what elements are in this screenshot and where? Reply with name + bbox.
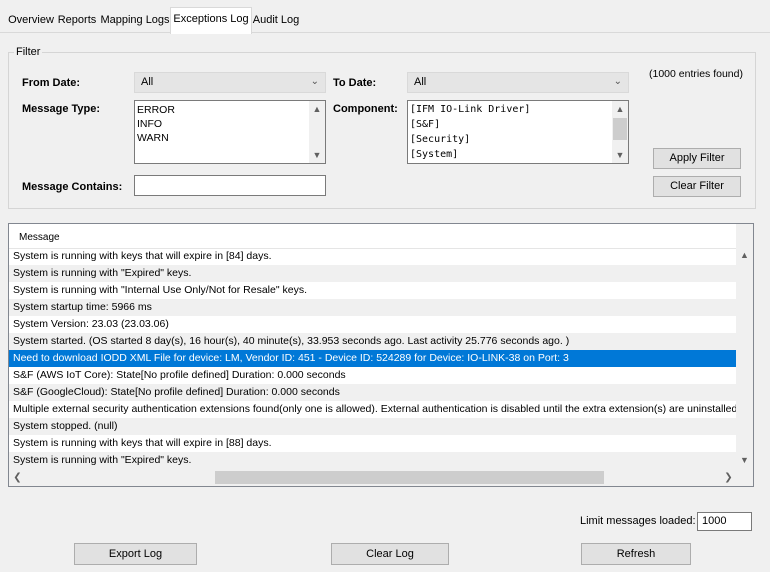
chevron-down-icon: ⌄ bbox=[310, 76, 319, 87]
list-item[interactable]: INFO bbox=[137, 117, 162, 131]
from-date-label: From Date: bbox=[22, 77, 81, 89]
arrow-up-icon[interactable]: ▲ bbox=[612, 101, 628, 117]
component-scrollbar[interactable]: ▲ ▼ bbox=[612, 101, 628, 163]
arrow-right-icon[interactable]: ❯ bbox=[720, 469, 737, 486]
table-row[interactable]: S&F (GoogleCloud): State[No profile defi… bbox=[9, 384, 737, 401]
table-row-selected[interactable]: Need to download IODD XML File for devic… bbox=[9, 350, 737, 367]
tab-mapping-logs[interactable]: Mapping Logs bbox=[100, 10, 170, 32]
table-row[interactable]: System is running with "Internal Use Onl… bbox=[9, 282, 737, 299]
arrow-up-icon[interactable]: ▲ bbox=[309, 101, 325, 117]
filter-legend: Filter bbox=[14, 46, 43, 58]
table-row[interactable]: System Version: 23.03 (23.03.06) bbox=[9, 316, 737, 333]
scroll-thumb[interactable] bbox=[613, 118, 627, 140]
from-date-select[interactable]: All ⌄ bbox=[134, 72, 326, 93]
table-row[interactable]: System startup time: 5966 ms bbox=[9, 299, 737, 316]
tab-overview[interactable]: Overview bbox=[6, 10, 56, 32]
list-item[interactable]: [IFM IO-Link Driver] bbox=[410, 103, 530, 117]
table-row[interactable]: System is running with keys that will ex… bbox=[9, 248, 737, 265]
list-item[interactable]: [S&F] bbox=[410, 118, 440, 132]
message-horizontal-scrollbar[interactable]: ❮ ❯ bbox=[9, 469, 737, 486]
tab-audit-log[interactable]: Audit Log bbox=[250, 10, 302, 32]
from-date-value: All bbox=[141, 76, 154, 88]
entries-found: (1000 entries found) bbox=[649, 68, 743, 80]
to-date-label: To Date: bbox=[333, 77, 377, 89]
table-row[interactable]: System started. (OS started 8 day(s), 16… bbox=[9, 333, 737, 350]
apply-filter-button[interactable]: Apply Filter bbox=[653, 148, 741, 169]
table-row[interactable]: System stopped. (null) bbox=[9, 418, 737, 435]
to-date-value: All bbox=[414, 76, 427, 88]
list-item[interactable]: ERROR bbox=[137, 103, 175, 117]
scroll-thumb[interactable] bbox=[215, 471, 604, 484]
arrow-down-icon[interactable]: ▼ bbox=[612, 147, 628, 163]
message-vertical-scrollbar[interactable]: ▲ ▼ bbox=[736, 224, 753, 469]
limit-messages-label: Limit messages loaded: bbox=[580, 515, 696, 527]
arrow-left-icon[interactable]: ❮ bbox=[9, 469, 26, 486]
table-row[interactable]: System is running with "Expired" keys. bbox=[9, 265, 737, 282]
list-item[interactable]: [System] bbox=[410, 148, 458, 162]
table-row[interactable]: System is running with keys that will ex… bbox=[9, 435, 737, 452]
message-column-header[interactable]: Message bbox=[9, 224, 737, 249]
component-listbox[interactable]: [IFM IO-Link Driver] [S&F] [Security] [S… bbox=[407, 100, 629, 164]
limit-messages-input[interactable]: 1000 bbox=[697, 512, 752, 531]
arrow-down-icon[interactable]: ▼ bbox=[736, 452, 753, 469]
list-item[interactable]: [Security] bbox=[410, 133, 470, 147]
message-contains-label: Message Contains: bbox=[22, 181, 123, 193]
tab-divider bbox=[0, 32, 770, 33]
tab-reports[interactable]: Reports bbox=[56, 10, 98, 32]
scrollbar-corner bbox=[736, 469, 753, 486]
component-label: Component: bbox=[333, 103, 398, 115]
table-row[interactable]: S&F (AWS IoT Core): State[No profile def… bbox=[9, 367, 737, 384]
table-row[interactable]: System is running with "Expired" keys. bbox=[9, 452, 737, 469]
tab-exceptions-log[interactable]: Exceptions Log bbox=[170, 7, 252, 34]
message-column-header-label: Message bbox=[19, 232, 60, 243]
message-contains-input[interactable] bbox=[134, 175, 326, 196]
refresh-button[interactable]: Refresh bbox=[581, 543, 691, 565]
export-log-button[interactable]: Export Log bbox=[74, 543, 197, 565]
clear-filter-button[interactable]: Clear Filter bbox=[653, 176, 741, 197]
list-item[interactable]: WARN bbox=[137, 131, 169, 145]
arrow-down-icon[interactable]: ▼ bbox=[309, 147, 325, 163]
table-row[interactable]: Multiple external security authenticatio… bbox=[9, 401, 737, 418]
to-date-select[interactable]: All ⌄ bbox=[407, 72, 629, 93]
clear-log-button[interactable]: Clear Log bbox=[331, 543, 449, 565]
message-type-label: Message Type: bbox=[22, 103, 101, 115]
message-type-listbox[interactable]: ERROR INFO WARN ▲ ▼ bbox=[134, 100, 326, 164]
tab-strip: Overview Reports Mapping Logs Exceptions… bbox=[0, 0, 770, 34]
arrow-up-icon[interactable]: ▲ bbox=[736, 247, 753, 264]
message-list[interactable]: Message System is running with keys that… bbox=[8, 223, 754, 487]
message-type-scrollbar[interactable]: ▲ ▼ bbox=[309, 101, 325, 163]
chevron-down-icon: ⌄ bbox=[613, 76, 622, 87]
